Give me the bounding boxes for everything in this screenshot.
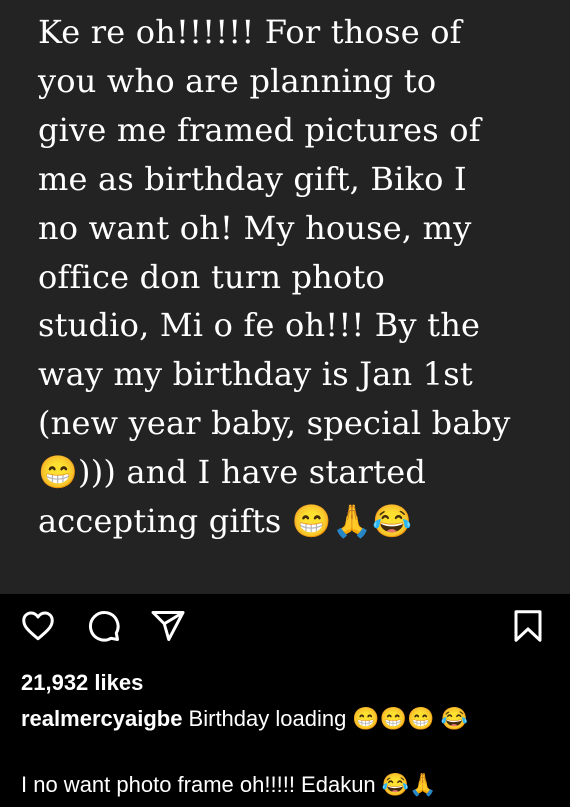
comment-text: I no want photo frame oh!!!!! Edakun 😂🙏 bbox=[21, 772, 437, 797]
post-text: Ke re oh!!!!!! For those of you who are … bbox=[38, 13, 511, 541]
likes-count[interactable]: 21,932 likes bbox=[21, 670, 143, 696]
bookmark-icon[interactable] bbox=[510, 608, 546, 644]
caption: realmercyaigbe Birthday loading 😁😁😁 😂 bbox=[21, 706, 468, 732]
heart-icon[interactable] bbox=[20, 608, 56, 644]
comment-icon[interactable] bbox=[86, 608, 122, 644]
caption-username[interactable]: realmercyaigbe bbox=[21, 706, 182, 731]
action-bar bbox=[0, 594, 570, 664]
share-icon[interactable] bbox=[150, 608, 186, 644]
caption-text: Birthday loading 😁😁😁 😂 bbox=[182, 706, 469, 731]
post-image[interactable]: Ke re oh!!!!!! For those of you who are … bbox=[0, 0, 570, 594]
